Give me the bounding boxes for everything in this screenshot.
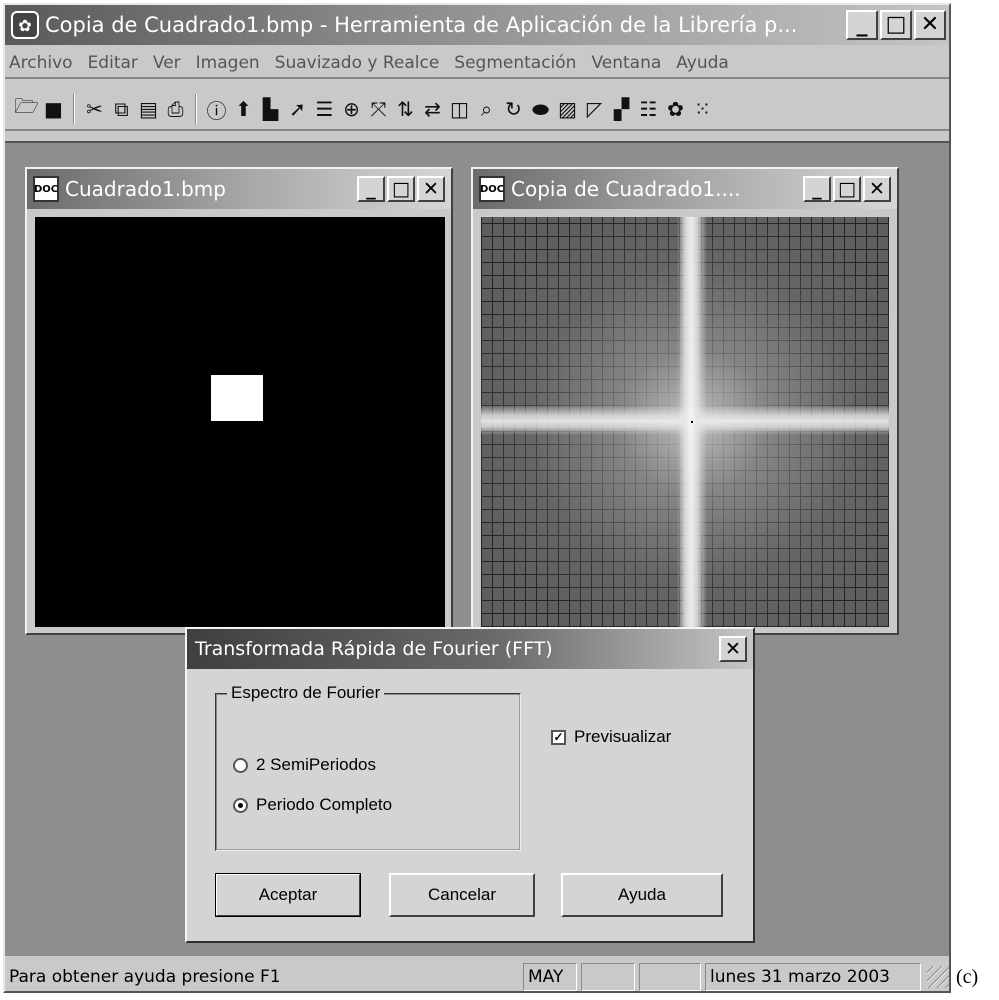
stack-icon[interactable]: ☷	[635, 94, 662, 124]
mosaic-icon[interactable]: ▞	[608, 94, 635, 124]
status-cell-empty	[639, 963, 701, 991]
toolbar-separator	[195, 94, 197, 124]
rotate-icon[interactable]: ↻	[500, 94, 527, 124]
radio-periodo-completo[interactable]: Periodo Completo	[233, 795, 392, 815]
spectrum-center-point	[691, 421, 693, 423]
document-icon: DOC	[33, 176, 59, 202]
maximize-button[interactable]: □	[880, 10, 912, 40]
dialog-close-button[interactable]: ✕	[719, 636, 747, 662]
minimize-button[interactable]: _	[846, 10, 878, 40]
toolbar-separator	[73, 94, 75, 124]
open-icon[interactable]: 🗁	[13, 94, 40, 124]
palette-icon[interactable]: ✿	[662, 94, 689, 124]
minimize-button[interactable]: _	[803, 176, 831, 202]
preview-label: Previsualizar	[574, 727, 672, 746]
dialog-titlebar[interactable]: Transformada Rápida de Fourier (FFT) ✕	[187, 629, 753, 669]
toolbar: 🗁 ■ ✂ ⧉ ▤ ⎙ ⓘ ⬆ ▙ ➚ ☰ ⊕ ⤧ ⇅ ⇄ ◫ ⌕ ↻ ⬬ ▨ …	[5, 89, 949, 131]
resize-grip-icon[interactable]	[927, 966, 949, 988]
image-window-fft[interactable]: DOC Copia de Cuadrado1.... _ □ ✕	[471, 167, 899, 635]
arrow-icon[interactable]: ➚	[284, 94, 311, 124]
app-window: ✿ Copia de Cuadrado1.bmp - Herramienta d…	[3, 3, 951, 993]
fft-dialog: Transformada Rápida de Fourier (FFT) ✕ E…	[185, 627, 755, 943]
flip-horizontal-icon[interactable]: ⇄	[419, 94, 446, 124]
app-palette-icon[interactable]: ✿	[11, 11, 39, 39]
maximize-button[interactable]: □	[387, 176, 415, 202]
status-message: Para obtener ayuda presione F1	[9, 967, 281, 987]
stretch-icon[interactable]: ⤧	[365, 94, 392, 124]
menu-archivo[interactable]: Archivo	[9, 53, 73, 73]
close-button[interactable]: ✕	[417, 176, 445, 202]
and-or-icon[interactable]: ⊕	[338, 94, 365, 124]
radio-label: 2 SemiPeriodos	[256, 755, 377, 774]
layers-icon[interactable]: ◫	[446, 94, 473, 124]
minimize-button[interactable]: _	[357, 176, 385, 202]
checkmark-icon[interactable]: ✓	[551, 729, 566, 745]
flip-vertical-icon[interactable]: ⇅	[392, 94, 419, 124]
copy-icon[interactable]: ⧉	[108, 94, 135, 124]
zoom-icon[interactable]: ⌕	[473, 94, 500, 124]
crop-icon[interactable]: ◸	[581, 94, 608, 124]
radio-selected-icon[interactable]	[233, 797, 248, 813]
noise-icon[interactable]: ⁙	[689, 94, 716, 124]
radio-circle-icon[interactable]	[233, 757, 248, 773]
menu-suavizado-realce[interactable]: Suavizado y Realce	[275, 53, 440, 73]
fft-spectrum-canvas[interactable]	[481, 217, 889, 627]
info-icon[interactable]: ⓘ	[203, 94, 230, 124]
image-window-titlebar[interactable]: DOC Cuadrado1.bmp _ □ ✕	[27, 169, 451, 209]
document-icon: DOC	[479, 176, 505, 202]
status-date: lunes 31 marzo 2003	[705, 963, 921, 991]
menu-ventana[interactable]: Ventana	[591, 53, 661, 73]
app-title: Copia de Cuadrado1.bmp - Herramienta de …	[45, 13, 798, 37]
accept-button[interactable]: Aceptar	[215, 873, 361, 917]
cut-icon[interactable]: ✂	[81, 94, 108, 124]
figure-caption: (c)	[956, 966, 979, 988]
image-window-original[interactable]: DOC Cuadrado1.bmp _ □ ✕	[25, 167, 453, 635]
preview-checkbox[interactable]: ✓ Previsualizar	[551, 727, 671, 747]
list-icon[interactable]: ☰	[311, 94, 338, 124]
status-cell-empty	[581, 963, 635, 991]
up-arrow-icon[interactable]: ⬆	[230, 94, 257, 124]
histogram-icon[interactable]: ▙	[257, 94, 284, 124]
close-button[interactable]: ✕	[914, 10, 946, 40]
paste-icon[interactable]: ▤	[135, 94, 162, 124]
save-icon[interactable]: ■	[40, 94, 67, 124]
close-button[interactable]: ✕	[863, 176, 891, 202]
caps-indicator: MAY	[523, 963, 577, 991]
dialog-title: Transformada Rápida de Fourier (FFT)	[195, 638, 553, 660]
menu-ayuda[interactable]: Ayuda	[676, 53, 729, 73]
group-label: Espectro de Fourier	[227, 683, 385, 703]
image-window-title: Copia de Cuadrado1....	[511, 177, 741, 201]
maximize-button[interactable]: □	[833, 176, 861, 202]
menu-segmentacion[interactable]: Segmentación	[454, 53, 576, 73]
print-icon[interactable]: ⎙	[162, 94, 189, 124]
app-titlebar[interactable]: ✿ Copia de Cuadrado1.bmp - Herramienta d…	[5, 5, 949, 45]
menu-bar: Archivo Editar Ver Imagen Suavizado y Re…	[5, 49, 949, 79]
image-window-title: Cuadrado1.bmp	[65, 177, 226, 201]
menu-imagen[interactable]: Imagen	[196, 53, 260, 73]
status-bar: Para obtener ayuda presione F1 MAY lunes…	[5, 962, 949, 992]
image-canvas[interactable]	[35, 217, 445, 627]
help-button[interactable]: Ayuda	[561, 873, 723, 917]
image-window-titlebar[interactable]: DOC Copia de Cuadrado1.... _ □ ✕	[473, 169, 897, 209]
white-square-shape	[211, 375, 263, 421]
pattern-icon[interactable]: ▨	[554, 94, 581, 124]
cancel-button[interactable]: Cancelar	[389, 873, 535, 917]
menu-editar[interactable]: Editar	[88, 53, 138, 73]
radio-label: Periodo Completo	[256, 795, 393, 814]
ellipse-icon[interactable]: ⬬	[527, 94, 554, 124]
menu-ver[interactable]: Ver	[153, 53, 181, 73]
radio-semiperiodos[interactable]: 2 SemiPeriodos	[233, 755, 376, 775]
